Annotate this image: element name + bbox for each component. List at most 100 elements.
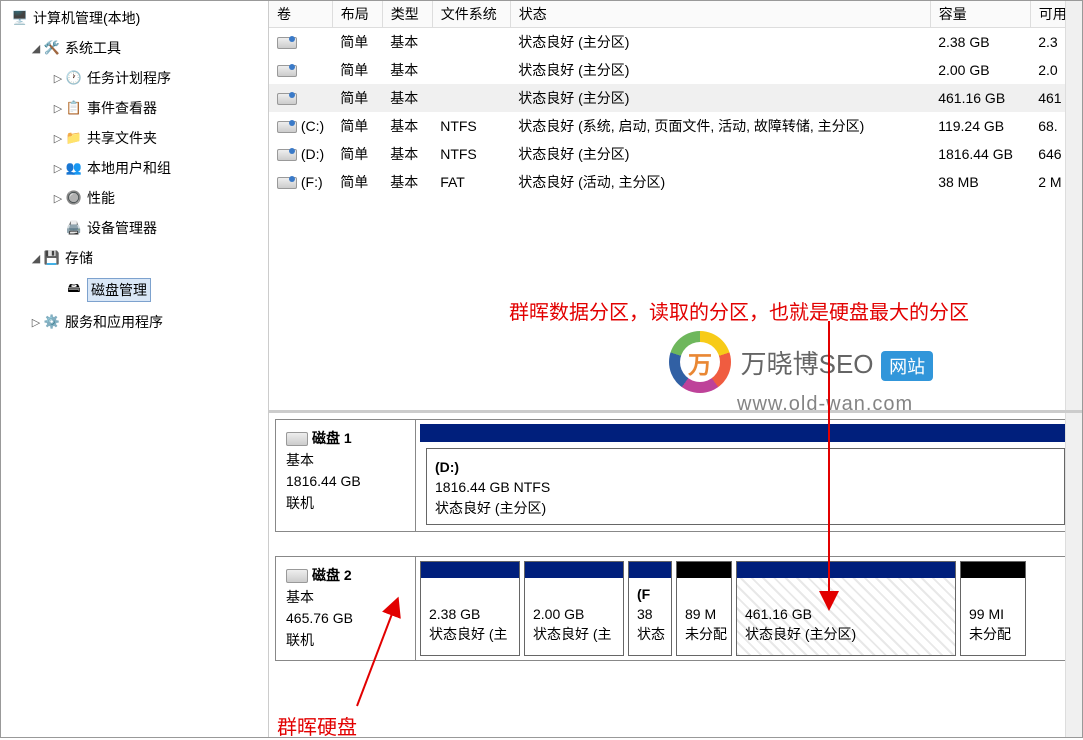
expander-icon[interactable]: ▷ <box>51 192 65 205</box>
expander-icon[interactable]: ▷ <box>51 162 65 175</box>
volume-table[interactable]: 卷 布局 类型 文件系统 状态 容量 可用 简单基本状态良好 (主分区)2.38… <box>269 1 1082 196</box>
tree-task-scheduler[interactable]: ▷ 🕐 任务计划程序 <box>1 63 268 93</box>
partition-header-bar <box>420 424 1071 442</box>
expander-icon[interactable]: ▷ <box>51 102 65 115</box>
partition[interactable]: 89 M未分配 <box>676 561 732 656</box>
volume-icon <box>277 37 297 49</box>
nav-tree[interactable]: 🖥️ 计算机管理(本地) ◢ 🛠️ 系统工具 ▷ 🕐 任务计划程序 ▷ 📋 事件… <box>1 1 269 737</box>
tree-label: 本地用户和组 <box>87 158 171 178</box>
device-icon: 🖨️ <box>65 219 83 237</box>
partition[interactable]: 2.00 GB状态良好 (主 <box>524 561 624 656</box>
tools-icon: 🛠️ <box>43 39 61 57</box>
col-status[interactable]: 状态 <box>510 1 930 28</box>
scrollbar[interactable] <box>1065 413 1082 737</box>
col-layout[interactable]: 布局 <box>332 1 382 28</box>
partition-header-bar <box>525 562 623 578</box>
cell-capacity: 119.24 GB <box>930 112 1030 140</box>
table-row[interactable]: 简单基本状态良好 (主分区)2.00 GB2.0 <box>269 56 1082 84</box>
tree-disk-management[interactable]: 🖴 磁盘管理 <box>1 273 268 307</box>
storage-icon: 💾 <box>43 249 61 267</box>
cell-type: 基本 <box>382 84 432 112</box>
performance-icon: 🔘 <box>65 189 83 207</box>
cell-volume: (C:) <box>301 118 324 134</box>
col-volume[interactable]: 卷 <box>269 1 332 28</box>
expander-icon[interactable]: ◢ <box>29 42 43 55</box>
disk-row-1[interactable]: 磁盘 1 基本 1816.44 GB 联机 (D:) 1816.44 GB NT… <box>275 419 1076 532</box>
table-row[interactable]: (C:)简单基本NTFS状态良好 (系统, 启动, 页面文件, 活动, 故障转储… <box>269 112 1082 140</box>
partition-drive: (D:) <box>435 457 1056 477</box>
expander-icon[interactable]: ◢ <box>29 252 43 265</box>
partition-header-bar <box>421 562 519 578</box>
tree-label: 任务计划程序 <box>87 68 171 88</box>
computer-icon: 🖥️ <box>11 9 29 27</box>
tree-device-manager[interactable]: 🖨️ 设备管理器 <box>1 213 268 243</box>
expander-icon[interactable]: ▷ <box>51 132 65 145</box>
cell-status: 状态良好 (主分区) <box>510 56 930 84</box>
volume-icon <box>277 93 297 105</box>
partition-size: 2.38 GB <box>429 604 511 624</box>
partition[interactable]: (F38状态 <box>628 561 672 656</box>
expander-icon[interactable]: ▷ <box>51 72 65 85</box>
tree-label: 性能 <box>87 188 115 208</box>
col-type[interactable]: 类型 <box>382 1 432 28</box>
tree-label: 共享文件夹 <box>87 128 157 148</box>
disk-label: 磁盘 1 基本 1816.44 GB 联机 <box>276 420 416 531</box>
partition[interactable]: 99 MI未分配 <box>960 561 1026 656</box>
cell-status: 状态良好 (主分区) <box>510 84 930 112</box>
tree-label: 服务和应用程序 <box>65 312 163 332</box>
expander-icon[interactable]: ▷ <box>29 316 43 329</box>
partition[interactable]: 461.16 GB状态良好 (主分区) <box>736 561 956 656</box>
partition-drive: (F <box>637 584 663 604</box>
volume-icon <box>277 177 297 189</box>
tree-label: 存储 <box>65 248 93 268</box>
partition-size: 1816.44 GB NTFS <box>435 477 1056 497</box>
volume-list-pane[interactable]: 卷 布局 类型 文件系统 状态 容量 可用 简单基本状态良好 (主分区)2.38… <box>269 1 1082 413</box>
partition-d[interactable]: (D:) 1816.44 GB NTFS 状态良好 (主分区) <box>426 448 1065 525</box>
disk-row-2[interactable]: 磁盘 2 基本 465.76 GB 联机 2.38 GB状态良好 (主 2.00… <box>275 556 1076 661</box>
table-row[interactable]: 简单基本状态良好 (主分区)2.38 GB2.3 <box>269 28 1082 57</box>
tree-storage[interactable]: ◢ 💾 存储 <box>1 243 268 273</box>
partition-status: 状态良好 (主 <box>533 624 615 644</box>
table-row[interactable]: (F:)简单基本FAT状态良好 (活动, 主分区)38 MB2 M <box>269 168 1082 196</box>
cell-capacity: 461.16 GB <box>930 84 1030 112</box>
cell-fs <box>432 56 510 84</box>
tree-label: 系统工具 <box>65 38 121 58</box>
tree-system-tools[interactable]: ◢ 🛠️ 系统工具 <box>1 33 268 63</box>
watermark: 万 万晓博SEO 网站 www.old‑wan.com <box>669 331 933 413</box>
cell-capacity: 1816.44 GB <box>930 140 1030 168</box>
table-row[interactable]: 简单基本状态良好 (主分区)461.16 GB461 <box>269 84 1082 112</box>
col-capacity[interactable]: 容量 <box>930 1 1030 28</box>
cell-volume: (F:) <box>301 174 323 190</box>
content-pane: 卷 布局 类型 文件系统 状态 容量 可用 简单基本状态良好 (主分区)2.38… <box>269 1 1082 737</box>
disk-layout-pane[interactable]: 磁盘 1 基本 1816.44 GB 联机 (D:) 1816.44 GB NT… <box>269 413 1082 737</box>
tree-label: 计算机管理(本地) <box>33 8 140 28</box>
cell-fs <box>432 84 510 112</box>
partition-size: 461.16 GB <box>745 604 947 624</box>
tree-performance[interactable]: ▷ 🔘 性能 <box>1 183 268 213</box>
tree-label: 磁盘管理 <box>87 278 151 302</box>
cell-layout: 简单 <box>332 112 382 140</box>
tree-shared-folders[interactable]: ▷ 📁 共享文件夹 <box>1 123 268 153</box>
disk-type: 基本 <box>286 587 405 609</box>
disk-title: 磁盘 1 <box>312 430 352 446</box>
tree-root[interactable]: 🖥️ 计算机管理(本地) <box>1 3 268 33</box>
col-fs[interactable]: 文件系统 <box>432 1 510 28</box>
partition-status: 状态良好 (主 <box>429 624 511 644</box>
partition-size: 99 MI <box>969 604 1017 624</box>
partition[interactable]: 2.38 GB状态良好 (主 <box>420 561 520 656</box>
partition-header-bar <box>629 562 671 578</box>
disk-icon <box>286 569 308 583</box>
disk-title: 磁盘 2 <box>312 567 352 583</box>
cell-layout: 简单 <box>332 168 382 196</box>
cell-status: 状态良好 (活动, 主分区) <box>510 168 930 196</box>
tree-local-users[interactable]: ▷ 👥 本地用户和组 <box>1 153 268 183</box>
cell-volume: (D:) <box>301 146 324 162</box>
cell-fs: NTFS <box>432 140 510 168</box>
cell-fs: FAT <box>432 168 510 196</box>
scrollbar[interactable] <box>1065 1 1082 410</box>
table-row[interactable]: (D:)简单基本NTFS状态良好 (主分区)1816.44 GB646 <box>269 140 1082 168</box>
watermark-title: 万晓博SEO <box>741 349 874 379</box>
tree-label: 事件查看器 <box>87 98 157 118</box>
tree-services-apps[interactable]: ▷ ⚙️ 服务和应用程序 <box>1 307 268 337</box>
tree-event-viewer[interactable]: ▷ 📋 事件查看器 <box>1 93 268 123</box>
